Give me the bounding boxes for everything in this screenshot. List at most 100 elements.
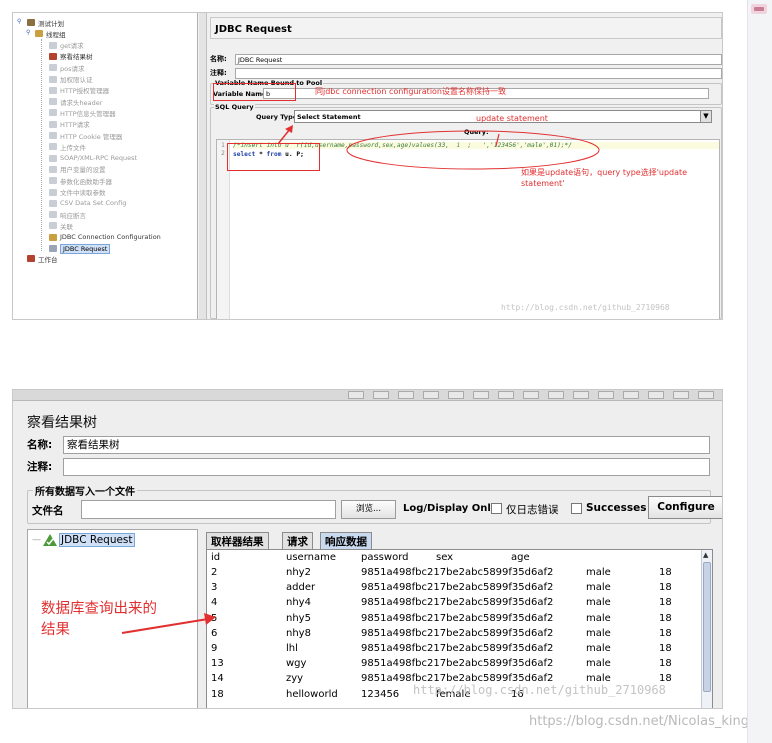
toolbar-button[interactable] bbox=[423, 391, 439, 399]
column-header: password bbox=[361, 552, 409, 563]
filename-input[interactable] bbox=[81, 500, 336, 519]
name-row: 名称: 察看结果树 bbox=[27, 435, 710, 454]
tree-item[interactable]: 用户变量的设置 bbox=[49, 164, 106, 175]
tree-item[interactable]: HTTP Cookie 管理器 bbox=[49, 130, 122, 141]
success-shield-icon bbox=[43, 534, 57, 546]
successes-checkbox[interactable] bbox=[571, 503, 582, 514]
column-header: username bbox=[286, 552, 336, 563]
toolbar-button[interactable] bbox=[348, 391, 364, 399]
toolbar-button[interactable] bbox=[623, 391, 639, 399]
right-side-strip bbox=[747, 0, 772, 743]
tree-item[interactable]: 关联 bbox=[49, 220, 73, 231]
toolbar-button[interactable] bbox=[648, 391, 664, 399]
table-cell: 9851a498fbc217be2abc5899f35d6af2 bbox=[361, 643, 554, 654]
tree-node-icon bbox=[49, 199, 57, 207]
toolbar-button[interactable] bbox=[598, 391, 614, 399]
tree-node-icon bbox=[49, 41, 57, 49]
tree-item-label: 关联 bbox=[60, 222, 73, 231]
chevron-down-icon[interactable]: ▼ bbox=[700, 111, 711, 122]
tree-node-icon bbox=[49, 177, 57, 185]
tree-item[interactable]: pos请求 bbox=[49, 62, 85, 73]
scroll-thumb[interactable] bbox=[703, 562, 711, 692]
tree-item[interactable]: get请求 bbox=[49, 40, 84, 51]
tree-item[interactable]: 测试计划 bbox=[27, 17, 64, 28]
toolbar-button[interactable] bbox=[448, 391, 464, 399]
app-icon[interactable] bbox=[751, 2, 767, 16]
table-cell: 18 bbox=[659, 582, 672, 594]
pane-splitter[interactable] bbox=[199, 13, 207, 319]
sampler-node[interactable]: — JDBC Request bbox=[32, 533, 135, 547]
jdbc-request-screenshot: 测试计划 线程组 get请求察看结果树 pos请求加权限认证 HTTP授权管理器 请求头h… bbox=[12, 12, 723, 320]
toolbar-button[interactable] bbox=[523, 391, 539, 399]
name-input[interactable]: JDBC Request bbox=[235, 53, 722, 65]
tree-node-icon bbox=[49, 132, 57, 139]
tree-item[interactable]: HTTP请求 bbox=[49, 119, 90, 130]
configure-button[interactable]: Configure bbox=[648, 496, 722, 519]
tree-toggle-icon[interactable]: ⚲ bbox=[17, 19, 23, 25]
column-header: sex bbox=[436, 552, 454, 563]
tree-item[interactable]: 加权限认证 bbox=[49, 74, 93, 85]
toolbar-button[interactable] bbox=[398, 391, 414, 399]
tree-item[interactable]: 请求头header bbox=[49, 96, 102, 107]
tree-node-icon bbox=[49, 86, 57, 94]
tree-item[interactable]: JDBC Connection Configuration bbox=[49, 232, 161, 243]
browse-button[interactable]: 浏览... bbox=[341, 500, 396, 519]
tree-item[interactable]: JDBC Request bbox=[49, 243, 111, 254]
tree-item-label: get请求 bbox=[60, 42, 84, 51]
table-cell: helloworld bbox=[286, 688, 338, 700]
tree-item[interactable]: 上传文件 bbox=[49, 141, 86, 152]
tree-item-label: HTTP信息头管理器 bbox=[60, 109, 116, 118]
name-input[interactable]: 察看结果树 bbox=[63, 435, 710, 454]
watermark: http://blog.csdn.net/github_2710968 bbox=[413, 683, 666, 697]
tree-item[interactable]: HTTP信息头管理器 bbox=[49, 107, 116, 118]
tree-item-label: 请求头header bbox=[60, 98, 103, 107]
toolbar-button[interactable] bbox=[373, 391, 389, 399]
tree-item[interactable]: 工作台 bbox=[27, 253, 58, 264]
table-cell: zyy bbox=[286, 673, 304, 685]
table-cell: 18 bbox=[659, 643, 672, 654]
toolbar-button[interactable] bbox=[673, 391, 689, 399]
comment-row: 注释: bbox=[27, 457, 710, 476]
annotation-query-result: 结果 bbox=[41, 622, 70, 638]
comment-input[interactable] bbox=[63, 457, 710, 476]
tree-toggle-icon[interactable]: ⚲ bbox=[26, 30, 32, 36]
tree-item[interactable]: 响应断言 bbox=[49, 209, 86, 220]
tree-item[interactable]: CSV Data Set Config bbox=[49, 198, 126, 209]
table-cell: 18 bbox=[659, 612, 672, 624]
tab-sampler-result[interactable]: 取样器结果 bbox=[206, 532, 269, 549]
scroll-up-icon[interactable]: ▲ bbox=[703, 551, 708, 559]
table-cell: 9851a498fbc217be2abc5899f35d6af2 bbox=[361, 582, 554, 594]
toolbar-button[interactable] bbox=[473, 391, 489, 399]
name-label: 名称: bbox=[210, 55, 227, 63]
vertical-scrollbar[interactable]: ▲ bbox=[701, 550, 712, 708]
tree-node-icon bbox=[49, 222, 57, 230]
tree-item[interactable]: 察看结果树 bbox=[49, 51, 93, 62]
toolbar-button[interactable] bbox=[548, 391, 564, 399]
tree-item[interactable]: HTTP授权管理器 bbox=[49, 85, 109, 96]
tree-item[interactable]: 参数化函数助手器 bbox=[49, 175, 112, 186]
tab-request[interactable]: 请求 bbox=[282, 532, 313, 549]
toolbar-button[interactable] bbox=[573, 391, 589, 399]
tree-node-icon bbox=[27, 19, 35, 26]
tree-item[interactable]: 线程组 bbox=[35, 28, 66, 39]
tree-item-label: 加权限认证 bbox=[60, 76, 93, 84]
tab-response-data[interactable]: 响应数据 bbox=[320, 532, 372, 549]
comment-input[interactable] bbox=[235, 67, 722, 79]
table-cell: 123456 bbox=[361, 688, 400, 700]
view-results-tree-screenshot: 察看结果树 名称: 察看结果树 注释: 所有数据写入一个文件 文件名 浏览...… bbox=[12, 389, 723, 709]
table-cell: 18 bbox=[659, 567, 672, 578]
toolbar-button[interactable] bbox=[498, 391, 514, 399]
tree-item-label: 用户变量的设置 bbox=[60, 166, 106, 175]
log-display-only-label: Log/Display Only: bbox=[403, 503, 502, 514]
tree-item-label: 察看结果树 bbox=[60, 53, 93, 62]
annotation-query-result: 数据库查询出来的 bbox=[41, 601, 157, 617]
sampler-node-label: JDBC Request bbox=[59, 533, 135, 547]
toolbar-button[interactable] bbox=[698, 391, 714, 399]
table-cell: 5 bbox=[211, 612, 218, 624]
filename-label: 文件名 bbox=[32, 505, 64, 517]
test-plan-tree: 测试计划 线程组 get请求察看结果树 pos请求加权限认证 HTTP授权管理器 请求头h… bbox=[13, 13, 198, 319]
tree-node-icon bbox=[49, 143, 57, 151]
tree-item[interactable]: SOAP/XML-RPC Request bbox=[49, 153, 137, 164]
errors-only-checkbox[interactable] bbox=[491, 503, 502, 514]
tree-item[interactable]: 文件中读取参数 bbox=[49, 187, 106, 198]
